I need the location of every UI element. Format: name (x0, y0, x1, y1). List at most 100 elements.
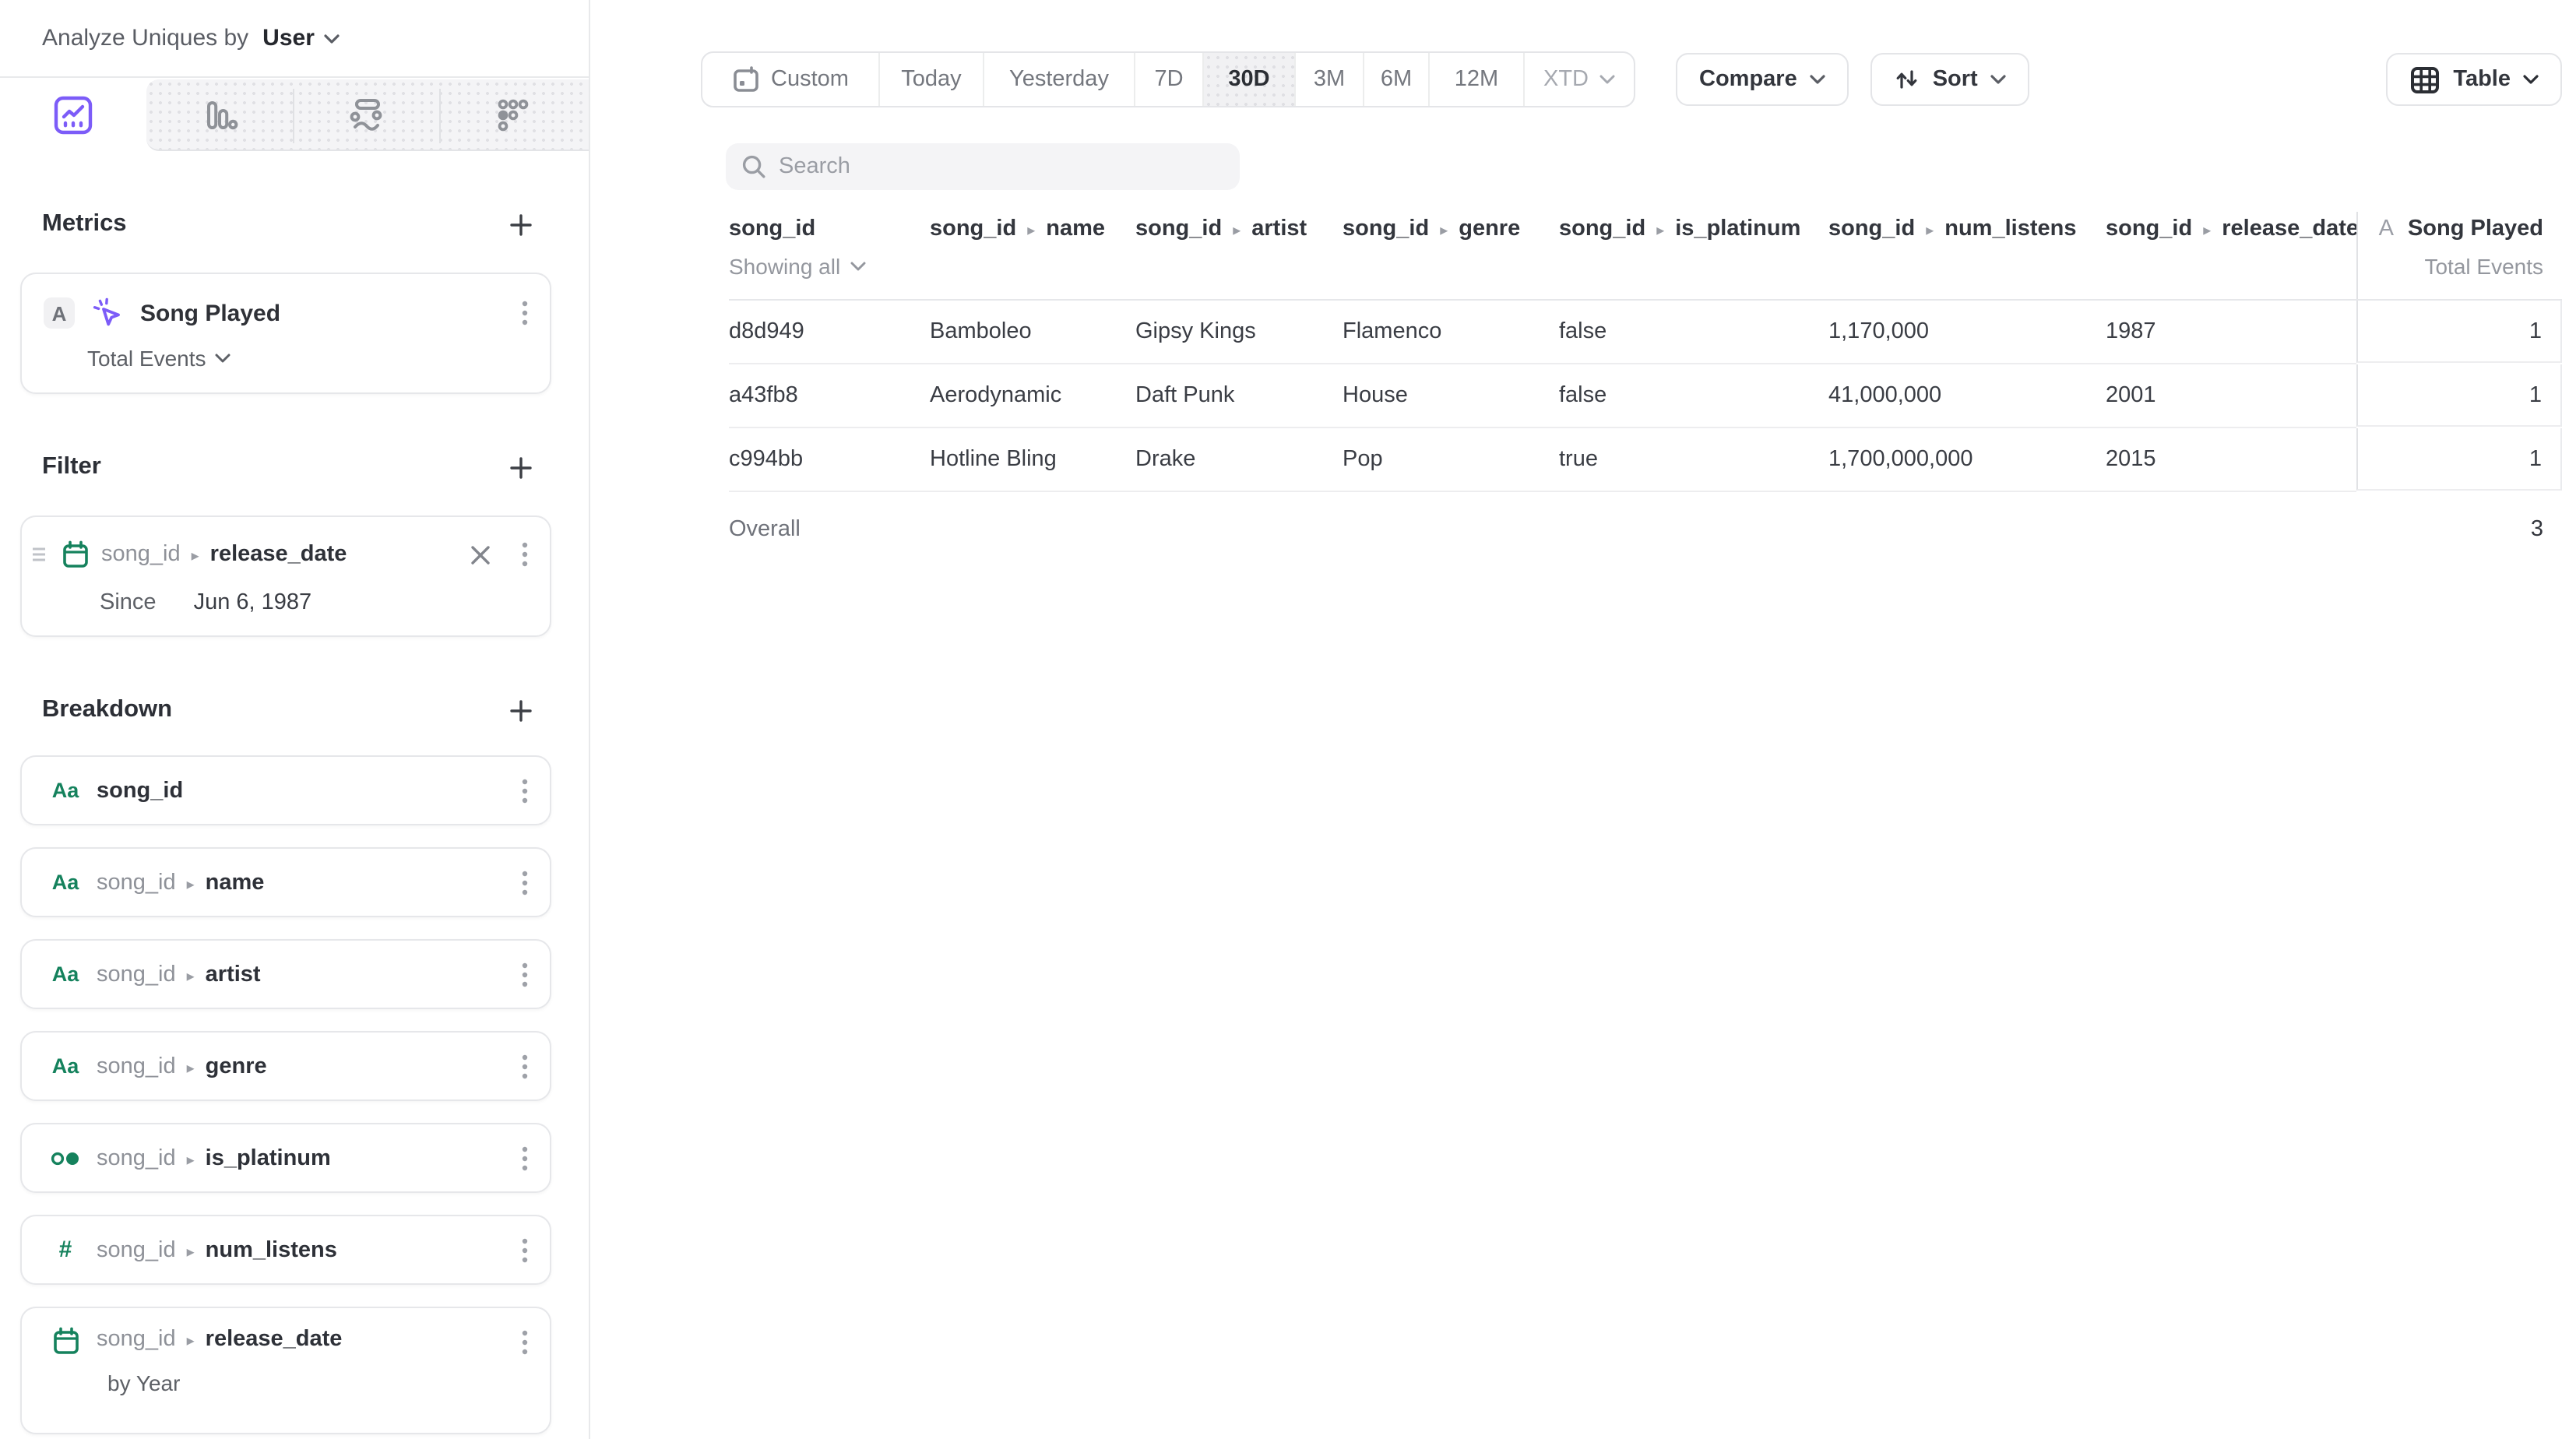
tab-line-chart[interactable] (0, 78, 146, 151)
add-metric-button[interactable] (509, 213, 533, 236)
string-type-icon: Aa (50, 1054, 81, 1078)
date-range-custom[interactable]: Custom (702, 53, 878, 106)
column-header-metric[interactable]: ASong Played Total Events (2356, 212, 2562, 299)
breadcrumb-arrow-icon (187, 1327, 195, 1352)
breakdown-property-prefix: song_id (97, 1237, 176, 1262)
breakdown-kebab-menu[interactable] (519, 1327, 531, 1358)
table-row[interactable]: a43fb8AerodynamicDaft PunkHousefalse41,0… (729, 364, 2562, 428)
date-range-7d[interactable]: 7D (1134, 53, 1202, 106)
filter-section-header: Filter (0, 450, 589, 484)
tab-retention[interactable] (439, 79, 586, 151)
date-range-xtd[interactable]: XTD (1523, 53, 1634, 106)
breakdown-card-num-listens[interactable]: # song_id num_listens (20, 1215, 551, 1285)
view-type-button[interactable]: Table (2386, 53, 2562, 106)
breakdown-kebab-menu[interactable] (519, 775, 531, 806)
sort-label: Sort (1933, 67, 1978, 92)
sort-button[interactable]: Sort (1870, 53, 2029, 106)
bar-chart-icon (199, 95, 240, 135)
compare-button[interactable]: Compare (1676, 53, 1849, 106)
date-range-today[interactable]: Today (878, 53, 983, 106)
date-range-label: 30D (1228, 67, 1269, 92)
flows-icon (346, 95, 386, 135)
breakdown-card-artist[interactable]: Aa song_id artist (20, 939, 551, 1009)
breakdown-property-name: num_listens (206, 1237, 337, 1262)
remove-filter-button[interactable] (470, 544, 491, 565)
date-range-label: Custom (771, 67, 849, 92)
table-header-row: song_id Showing all song_idname song_ida… (729, 212, 2562, 301)
column-header-is-platinum[interactable]: song_idis_platinum (1559, 212, 1828, 299)
date-range-label: 12M (1455, 67, 1498, 92)
column-header-artist[interactable]: song_idartist (1135, 212, 1343, 299)
date-type-icon (50, 1327, 81, 1355)
breadcrumb-arrow-icon (2203, 216, 2211, 241)
filter-title: Filter (42, 453, 101, 481)
column-header-song-id[interactable]: song_id Showing all (729, 212, 930, 299)
filter-card[interactable]: song_id release_date Since Jun 6, 1987 (20, 515, 551, 637)
column-header-name[interactable]: song_idname (930, 212, 1135, 299)
entity-selector[interactable]: User (262, 25, 315, 51)
analyze-label: Analyze Uniques by (42, 25, 248, 51)
breakdown-property-prefix: song_id (97, 962, 176, 987)
tab-bar-chart[interactable] (146, 79, 293, 151)
breakdown-kebab-menu[interactable] (519, 1234, 531, 1265)
metric-measure-label: Total Events (87, 346, 206, 371)
table-row[interactable]: d8d949BamboleoGipsy KingsFlamencofalse1,… (729, 301, 2562, 364)
search-input[interactable] (726, 143, 1240, 190)
chart-type-tabs (0, 76, 589, 151)
date-range-30d[interactable]: 30D (1202, 53, 1294, 106)
breakdown-card-name[interactable]: Aa song_id name (20, 847, 551, 917)
breadcrumb-arrow-icon (1027, 216, 1035, 241)
table-row[interactable]: c994bbHotline BlingDrakePoptrue1,700,000… (729, 428, 2562, 492)
number-type-icon: # (50, 1237, 81, 1263)
tab-flows[interactable] (293, 79, 439, 151)
date-range-label: Today (901, 67, 961, 92)
breadcrumb-arrow-icon (187, 1145, 195, 1170)
metric-card[interactable]: A Song Played Total Events (20, 273, 551, 394)
sort-arrows-icon (1894, 67, 1920, 92)
breakdown-bucket-label[interactable]: by Year (107, 1370, 180, 1395)
breakdown-property-name: is_platinum (206, 1145, 331, 1170)
add-breakdown-button[interactable] (509, 698, 533, 722)
metric-kebab-menu[interactable] (519, 297, 531, 329)
breakdown-property-name: artist (206, 962, 261, 987)
breakdown-property-name: song_id (97, 778, 183, 803)
filter-property-name: release_date (210, 542, 347, 567)
column-header-num-listens[interactable]: song_idnum_listens (1828, 212, 2106, 299)
breadcrumb-arrow-icon (1233, 216, 1240, 241)
breakdown-kebab-menu[interactable] (519, 867, 531, 898)
breakdown-card-release-date[interactable]: song_id release_date by Year (20, 1307, 551, 1434)
date-type-icon (62, 540, 89, 568)
filter-kebab-menu[interactable] (519, 539, 531, 570)
metric-event-name[interactable]: Song Played (140, 300, 503, 326)
breakdown-property-prefix: song_id (97, 870, 176, 895)
breakdown-card-song-id[interactable]: Aa song_id (20, 755, 551, 825)
table-overall-row: Overall 3 (729, 492, 2562, 567)
drag-handle-icon[interactable] (31, 547, 50, 562)
breadcrumb-arrow-icon (187, 962, 195, 987)
table-search (726, 143, 1240, 190)
add-filter-button[interactable] (509, 456, 533, 479)
chevron-down-icon[interactable] (324, 33, 340, 43)
breakdown-kebab-menu[interactable] (519, 1050, 531, 1082)
showing-all-dropdown[interactable]: Showing all (729, 246, 930, 287)
event-click-icon (90, 296, 125, 330)
column-header-release-date[interactable]: song_idrelease_date (2106, 212, 2356, 299)
breakdown-kebab-menu[interactable] (519, 959, 531, 990)
breakdown-card-genre[interactable]: Aa song_id genre (20, 1031, 551, 1101)
compare-label: Compare (1699, 67, 1797, 92)
breakdown-card-is-platinum[interactable]: song_id is_platinum (20, 1123, 551, 1193)
breakdown-kebab-menu[interactable] (519, 1142, 531, 1173)
date-range-3m[interactable]: 3M (1294, 53, 1363, 106)
column-header-genre[interactable]: song_idgenre (1343, 212, 1559, 299)
date-range-yesterday[interactable]: Yesterday (983, 53, 1134, 106)
overall-label: Overall (729, 492, 930, 567)
date-range-6m[interactable]: 6M (1363, 53, 1428, 106)
filter-operator[interactable]: Since (100, 590, 157, 615)
boolean-type-icon (50, 1147, 81, 1169)
metric-measure-dropdown[interactable]: Total Events (87, 344, 531, 372)
filter-value[interactable]: Jun 6, 1987 (194, 590, 312, 615)
date-range-12m[interactable]: 12M (1428, 53, 1523, 106)
report-main-area: Custom Today Yesterday 7D 30D 3M 6M 12M … (590, 0, 2576, 1439)
breakdown-property-name: name (206, 870, 265, 895)
breakdown-title: Breakdown (42, 696, 172, 724)
